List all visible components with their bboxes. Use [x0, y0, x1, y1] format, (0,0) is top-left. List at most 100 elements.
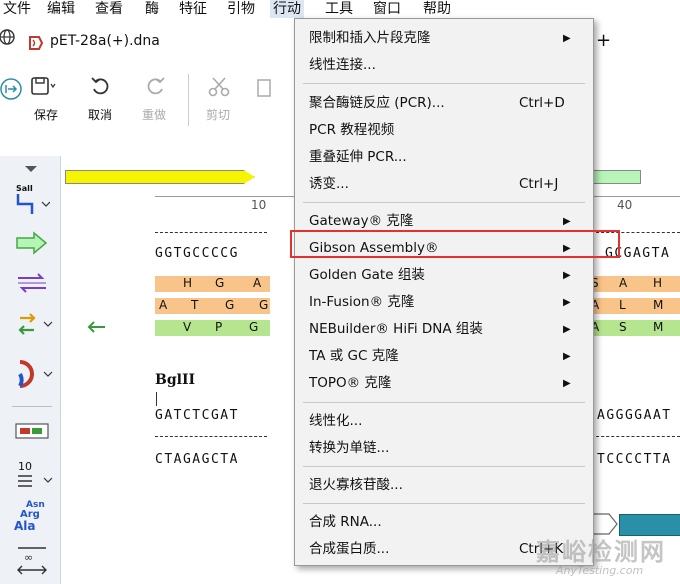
- submenu-arrow-icon: ▶: [563, 351, 571, 362]
- menu-item-overlap-pcr[interactable]: 重叠延伸 PCR...: [295, 144, 593, 171]
- feature-arrow-icon[interactable]: [14, 230, 50, 256]
- translation-frame-1-left[interactable]: H G A: [155, 276, 270, 292]
- feature-bar-yellow[interactable]: [65, 170, 255, 184]
- toolbar-divider: [188, 74, 189, 126]
- submenu-arrow-icon: ▶: [563, 33, 571, 44]
- sequence-row1-left[interactable]: GGTGCCCCG: [155, 246, 239, 261]
- sali-site-tool[interactable]: SalI: [14, 184, 50, 214]
- numbering-tool[interactable]: 10: [14, 460, 53, 490]
- redo-button[interactable]: 重做: [134, 72, 174, 132]
- watermark: 嘉峪检测网 AnyTesting.com: [530, 528, 680, 584]
- aa-residue: A: [619, 276, 628, 290]
- left-tool-panel: SalI 10 Asn Arg Ala ∞: [0, 156, 61, 584]
- menu-item-nebuilder[interactable]: NEBuilder® HiFi DNA 组装 ▶: [295, 316, 593, 343]
- menu-view[interactable]: 查看: [92, 0, 126, 18]
- translation-frame-1-right[interactable]: S A H: [591, 276, 680, 292]
- menu-item-anneal-oligos[interactable]: 退火寡核苷酸...: [295, 472, 593, 499]
- spacing-tool-icon[interactable]: ∞: [14, 544, 50, 578]
- watermark-en: AnyTesting.com: [556, 564, 644, 577]
- menu-item-mutagenesis[interactable]: 诱变... Ctrl+J: [295, 171, 593, 198]
- menu-item-label: 聚合酶链反应 (PCR)...: [309, 95, 445, 111]
- cut-marker: [156, 392, 157, 406]
- aa-residue: G: [249, 320, 259, 334]
- cut-label: 剪切: [205, 108, 230, 122]
- menu-features[interactable]: 特征: [176, 0, 210, 18]
- sequence-row2-top-right[interactable]: AGGGGAAT: [597, 408, 672, 423]
- menu-item-label: 线性化...: [309, 413, 363, 429]
- orf-tool[interactable]: [14, 310, 53, 340]
- copy-icon[interactable]: [256, 78, 272, 98]
- submenu-arrow-icon: ▶: [563, 297, 571, 308]
- sidebar-toggle-icon[interactable]: [0, 78, 22, 100]
- menu-window[interactable]: 窗口: [370, 0, 404, 18]
- watermark-cn: 嘉峪检测网: [536, 538, 666, 566]
- menu-item-pcr[interactable]: 聚合酶链反应 (PCR)... Ctrl+D: [295, 90, 593, 117]
- menu-primers[interactable]: 引物: [224, 0, 258, 18]
- aa-residue: H: [653, 276, 663, 290]
- sequence-row2-top-left[interactable]: GATCTCGAT: [155, 408, 239, 423]
- menu-separator: [303, 466, 585, 467]
- translation-frame-2-left[interactable]: A T G G: [155, 298, 270, 314]
- sequence-row2-bottom-right[interactable]: TCCCCTTA: [597, 452, 672, 467]
- svg-text:∞: ∞: [24, 551, 33, 564]
- menu-item-label: 限制和插入片段克隆: [309, 30, 431, 46]
- submenu-arrow-icon: ▶: [563, 324, 571, 335]
- translation-frame-3-right[interactable]: A S M: [591, 320, 680, 336]
- collapse-arrow-icon[interactable]: [24, 164, 38, 174]
- menu-help[interactable]: 帮助: [420, 0, 454, 18]
- menu-item-golden-gate[interactable]: Golden Gate 组装 ▶: [295, 262, 593, 289]
- dna-file-icon: [29, 36, 44, 50]
- menu-separator: [303, 202, 585, 203]
- menu-item-pcr-tutorial[interactable]: PCR 教程视频: [295, 117, 593, 144]
- undo-button[interactable]: 取消: [80, 72, 120, 132]
- menu-item-linear-ligation[interactable]: 线性连接...: [295, 52, 593, 79]
- highlight-box: [290, 230, 620, 258]
- menu-enzymes[interactable]: 酶: [142, 0, 162, 18]
- menu-item-label: 重叠延伸 PCR...: [309, 149, 407, 165]
- redo-label: 重做: [141, 108, 166, 122]
- sequence-row2-bottom-left[interactable]: CTAGAGCTA: [155, 452, 239, 467]
- orf-direction-arrow-icon: [87, 321, 105, 333]
- menu-item-label: In-Fusion® 克隆: [309, 294, 415, 310]
- menu-item-shortcut: Ctrl+J: [519, 176, 559, 192]
- enzyme-label-bglii[interactable]: BglII: [155, 372, 195, 388]
- map-view-tool[interactable]: [14, 358, 53, 388]
- menu-item-label: 诱变...: [309, 176, 349, 192]
- primer-tool-icon[interactable]: [14, 270, 50, 296]
- menu-item-linearize[interactable]: 线性化...: [295, 408, 593, 435]
- ala-label: Ala: [14, 519, 36, 533]
- translation-frame-3-left[interactable]: V P G: [155, 320, 270, 336]
- translation-tool[interactable]: Asn Arg Ala: [14, 500, 50, 533]
- aa-residue: M: [653, 298, 664, 312]
- menu-item-topo-cloning[interactable]: TOPO® 克隆 ▶: [295, 370, 593, 397]
- menu-file[interactable]: 文件: [0, 0, 34, 18]
- new-tab-button[interactable]: +: [596, 30, 611, 51]
- menu-item-label: 合成 RNA...: [309, 514, 382, 530]
- menu-edit[interactable]: 编辑: [44, 0, 78, 18]
- menu-tools[interactable]: 工具: [322, 0, 356, 18]
- menu-item-label: TOPO® 克隆: [309, 375, 392, 391]
- undo-icon: [91, 77, 109, 95]
- save-button[interactable]: 保存: [26, 72, 66, 132]
- feature-bar-green[interactable]: [591, 170, 641, 184]
- sequence-view-icon[interactable]: [14, 418, 50, 444]
- menu-item-convert-single-strand[interactable]: 转换为单链...: [295, 435, 593, 462]
- menu-actions[interactable]: 行动: [270, 0, 304, 18]
- menu-item-restriction-cloning[interactable]: 限制和插入片段克隆 ▶: [295, 25, 593, 52]
- translation-frame-2-right[interactable]: A L M: [591, 298, 680, 314]
- menu-separator: [303, 503, 585, 504]
- cut-button[interactable]: 剪切: [198, 72, 238, 132]
- aa-residue: G: [259, 298, 269, 312]
- number-label: 10: [18, 460, 32, 473]
- aa-residue: G: [215, 276, 225, 290]
- globe-icon[interactable]: [0, 28, 16, 46]
- menu-item-shortcut: Ctrl+D: [519, 95, 565, 111]
- menu-item-label: 退火寡核苷酸...: [309, 477, 403, 493]
- menu-item-ta-gc-cloning[interactable]: TA 或 GC 克隆 ▶: [295, 343, 593, 370]
- tab-title: pET-28a(+).dna: [50, 33, 160, 49]
- orf-arrows-icon: [18, 313, 53, 335]
- document-tab[interactable]: pET-28a(+).dna: [22, 24, 269, 68]
- save-icon: [31, 77, 56, 95]
- list-lines-icon: [18, 475, 53, 487]
- menu-item-in-fusion[interactable]: In-Fusion® 克隆 ▶: [295, 289, 593, 316]
